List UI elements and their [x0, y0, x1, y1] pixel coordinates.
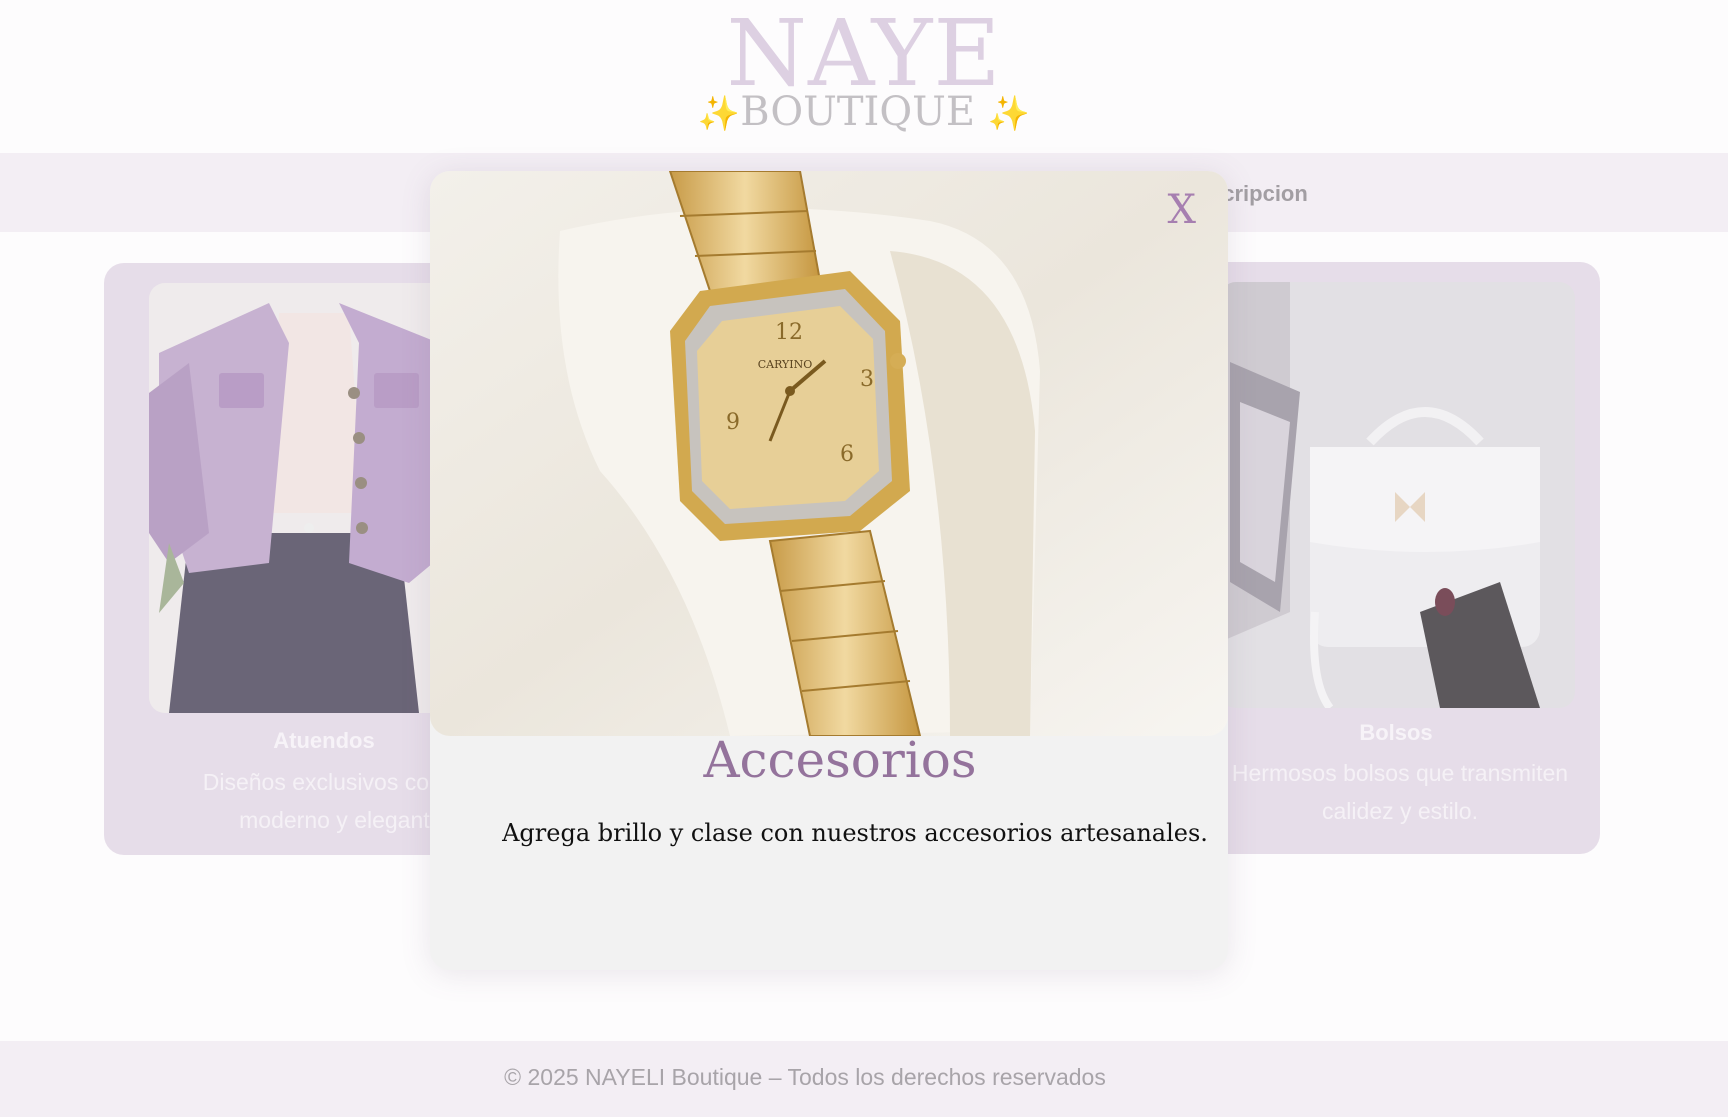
svg-text:9: 9: [726, 410, 740, 435]
handbag-image: [1220, 282, 1575, 708]
site-footer: © 2025 NAYELI Boutique – Todos los derec…: [0, 1041, 1728, 1117]
footer-copyright: © 2025 NAYELI Boutique – Todos los derec…: [504, 1064, 1106, 1090]
sparkle-right-icon: ✨: [987, 94, 1031, 134]
card-description-line: Hermosos bolsos que transmiten: [1231, 760, 1569, 786]
card-title: Bolsos: [1359, 720, 1433, 745]
logo-sub: ✨BOUTIQUE ✨: [0, 88, 1728, 138]
modal-description: Agrega brillo y clase con nuestros acces…: [502, 819, 1208, 847]
card-description-line: calidez y estilo.: [1322, 798, 1478, 824]
card-description: Hermosos bolsos que transmiten calidez y…: [1200, 754, 1600, 830]
watch-brand: CARYINO: [758, 358, 813, 371]
close-button[interactable]: X: [1168, 187, 1196, 233]
svg-text:6: 6: [840, 442, 854, 467]
svg-text:3: 3: [860, 367, 874, 392]
watch-image: CARYINO 12 3 9 6: [430, 171, 1228, 736]
logo-boutique-text: BOUTIQUE: [740, 89, 976, 135]
sparkle-left-icon: ✨: [697, 94, 741, 134]
modal-title: Accesorios: [703, 731, 977, 789]
category-modal: CARYINO 12 3 9 6 X Accesorios Agrega bri…: [430, 171, 1228, 970]
site-header: NAYE ✨BOUTIQUE ✨: [0, 0, 1728, 153]
category-card-bolsos[interactable]: Bolsos Hermosos bolsos que transmiten ca…: [1200, 262, 1600, 854]
svg-text:12: 12: [775, 320, 803, 345]
card-title: Atuendos: [273, 728, 375, 753]
